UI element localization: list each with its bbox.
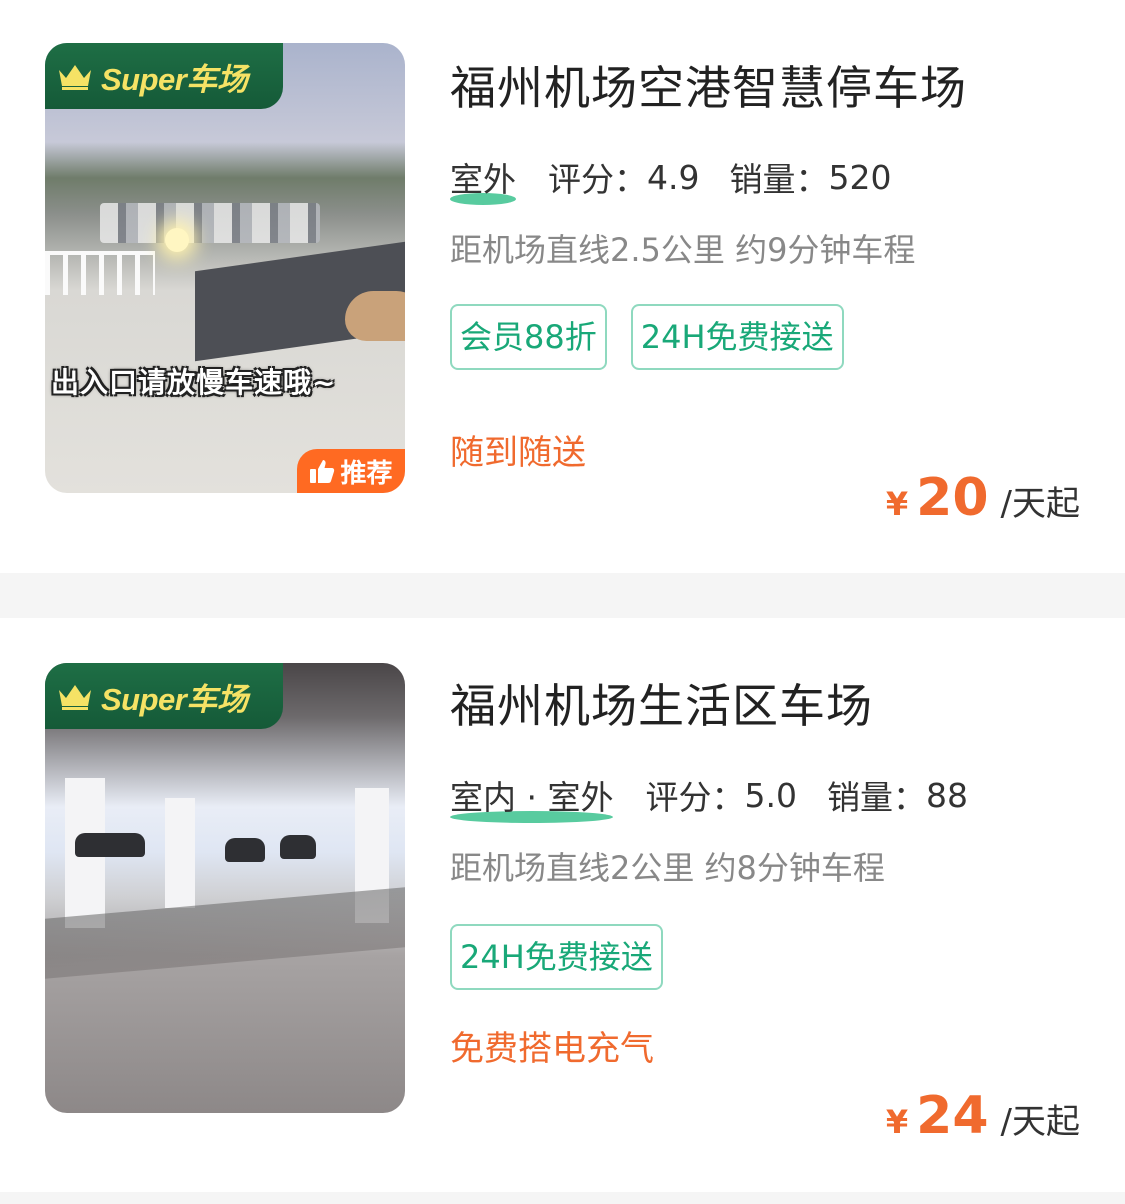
currency-symbol: ¥ <box>885 485 909 523</box>
currency-symbol: ¥ <box>885 1103 909 1141</box>
crown-icon <box>59 65 91 90</box>
tag-free-shuttle: 24H免费接送 <box>450 924 663 990</box>
promo-text: 随到随送 <box>450 433 586 473</box>
super-badge-label: Super车场 <box>101 681 248 717</box>
rating-label: 评分： <box>548 160 647 199</box>
recommend-badge: 推荐 <box>297 449 405 493</box>
parking-type: 室内 · 室外 <box>450 771 614 823</box>
photo-outdoor-lot <box>45 43 405 493</box>
sales-label: 销量： <box>729 160 829 199</box>
price: ¥ 24 /天起 <box>886 1086 1080 1146</box>
sales-value: 88 <box>925 775 968 815</box>
price: ¥ 20 /天起 <box>886 468 1080 528</box>
distance-text: 距机场直线2.5公里 约9分钟车程 <box>450 231 916 269</box>
parking-meta: 室外 评分： 4.9 销量： 520 <box>450 153 921 205</box>
parking-title[interactable]: 福州机场空港智慧停车场 <box>450 52 967 118</box>
photo-indoor-garage <box>45 663 405 1113</box>
rating-value: 5.0 <box>744 775 797 815</box>
parking-photo[interactable]: Super车场 出入口请放慢车速哦~ 推荐 <box>45 43 405 493</box>
parking-type: 室外 <box>450 153 516 205</box>
thumbs-up-icon <box>310 460 335 483</box>
rating-label: 评分： <box>645 778 745 817</box>
super-badge: Super车场 <box>45 663 283 729</box>
price-value: 20 <box>916 468 989 528</box>
parking-type-label: 室外 <box>450 160 516 199</box>
price-value: 24 <box>916 1086 989 1146</box>
parking-photo[interactable]: Super车场 <box>45 663 405 1113</box>
photo-caption: 出入口请放慢车速哦~ <box>51 366 337 399</box>
recommend-label: 推荐 <box>340 458 393 489</box>
sales-value: 520 <box>828 157 892 197</box>
crown-icon <box>59 685 91 710</box>
parking-card[interactable]: Super车场 福州机场生活区车场 室内 · 室外 评分： 5.0 销量： 88… <box>0 618 1125 1192</box>
tag-free-shuttle: 24H免费接送 <box>630 304 844 370</box>
tag-list: 24H免费接送 <box>450 924 663 990</box>
parking-type-label: 室内 · 室外 <box>450 778 614 817</box>
parking-title[interactable]: 福州机场生活区车场 <box>450 670 873 736</box>
promo-text: 免费搭电充气 <box>450 1029 654 1069</box>
parking-meta: 室内 · 室外 评分： 5.0 销量： 88 <box>450 771 998 823</box>
tag-member-discount: 会员88折 <box>450 304 607 370</box>
super-badge-label: Super车场 <box>101 61 248 97</box>
distance-text: 距机场直线2公里 约8分钟车程 <box>450 849 885 887</box>
parking-card[interactable]: Super车场 出入口请放慢车速哦~ 推荐 福州机场空港智慧停车场 室外 评分：… <box>0 0 1125 573</box>
price-unit: /天起 <box>1000 1102 1080 1142</box>
sales-label: 销量： <box>826 778 926 817</box>
tag-list: 会员88折 24H免费接送 <box>450 304 844 370</box>
super-badge: Super车场 <box>45 43 283 109</box>
rating-value: 4.9 <box>647 157 700 197</box>
price-unit: /天起 <box>1000 484 1080 524</box>
